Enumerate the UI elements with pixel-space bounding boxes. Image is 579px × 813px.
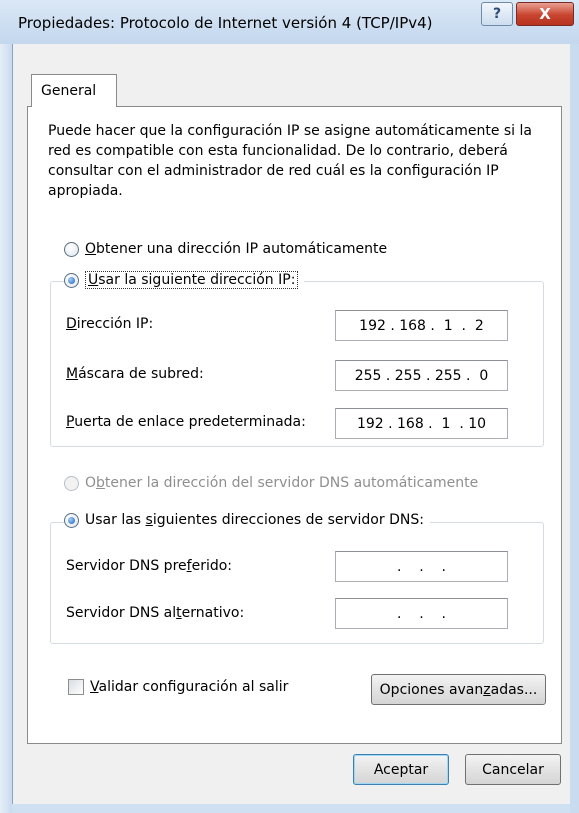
window-frame-right xyxy=(570,44,579,813)
alternate-dns-label: Servidor DNS alternativo: xyxy=(66,605,245,621)
general-tab-panel: Puede hacer que la configuración IP se a… xyxy=(27,106,562,744)
dialog-window: Propiedades: Protocolo de Internet versi… xyxy=(0,0,579,813)
default-gateway-field[interactable]: 192 . 168 . 1 . 10 xyxy=(335,408,508,439)
window-frame-left xyxy=(0,44,12,813)
ip-address-field[interactable]: 192 . 168 . 1 . 2 xyxy=(335,310,508,341)
help-button[interactable]: ? xyxy=(481,2,513,26)
use-static-ip-label: Usar la siguiente dirección IP: xyxy=(85,271,299,289)
dialog-client-area: General Puede hacer que la configuración… xyxy=(12,44,570,804)
advanced-options-label: Opciones avanzadas... xyxy=(379,681,538,698)
intro-text: Puede hacer que la configuración IP se a… xyxy=(48,123,532,199)
ok-button[interactable]: Aceptar xyxy=(353,754,449,785)
alternate-dns-field[interactable]: . . . xyxy=(335,598,508,629)
tab-general-label: General xyxy=(41,83,97,99)
subnet-mask-label: Máscara de subred: xyxy=(66,366,204,382)
obtain-ip-auto-label: Obtener una dirección IP automáticamente xyxy=(85,241,388,257)
cancel-button[interactable]: Cancelar xyxy=(465,754,561,785)
use-static-ip-option[interactable]: Usar la siguiente dirección IP: xyxy=(64,271,305,289)
obtain-dns-auto-option: Obtener la dirección del servidor DNS au… xyxy=(64,475,478,491)
obtain-ip-auto-option[interactable]: Obtener una dirección IP automáticamente xyxy=(64,241,387,257)
preferred-dns-field[interactable]: . . . xyxy=(335,551,508,582)
use-static-dns-option[interactable]: Usar las siguientes direcciones de servi… xyxy=(64,512,430,528)
window-title: Propiedades: Protocolo de Internet versi… xyxy=(18,14,433,32)
obtain-dns-auto-radio xyxy=(64,475,79,491)
tab-general[interactable]: General xyxy=(31,74,117,107)
help-icon: ? xyxy=(492,6,502,22)
use-static-dns-label: Usar las siguientes direcciones de servi… xyxy=(85,512,424,528)
validate-on-exit-label: Validar configuración al salir xyxy=(90,679,289,695)
obtain-dns-auto-label: Obtener la dirección del servidor DNS au… xyxy=(85,475,479,491)
title-bar[interactable]: Propiedades: Protocolo de Internet versi… xyxy=(0,0,579,44)
ip-address-label: Dirección IP: xyxy=(66,316,154,332)
default-gateway-label: Puerta de enlace predeterminada: xyxy=(66,414,306,430)
advanced-options-button[interactable]: Opciones avanzadas... xyxy=(371,674,546,705)
preferred-dns-label: Servidor DNS preferido: xyxy=(66,558,233,574)
use-static-ip-radio[interactable] xyxy=(64,272,79,288)
close-icon: X xyxy=(539,5,551,23)
obtain-ip-auto-radio[interactable] xyxy=(64,241,79,257)
validate-on-exit-checkbox[interactable] xyxy=(68,679,84,695)
close-button[interactable]: X xyxy=(516,2,574,26)
use-static-dns-radio[interactable] xyxy=(64,512,79,528)
subnet-mask-field[interactable]: 255 . 255 . 255 . 0 xyxy=(335,360,508,391)
